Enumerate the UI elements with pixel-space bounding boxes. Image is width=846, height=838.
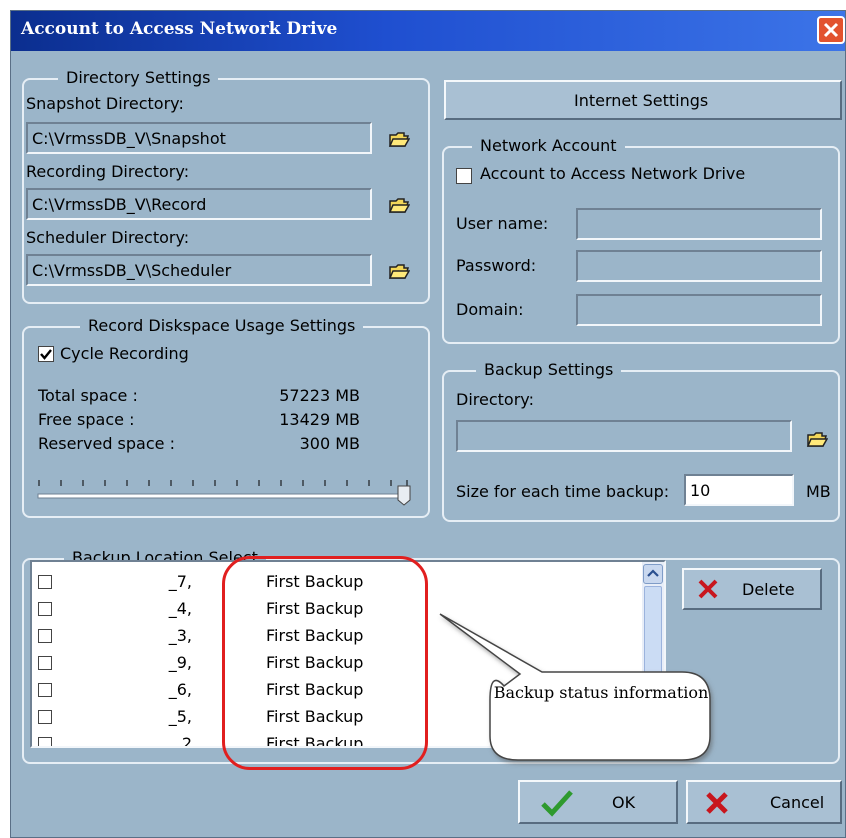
row-number: _4,: [168, 599, 192, 618]
domain-field[interactable]: [576, 294, 822, 326]
row-checkbox[interactable]: [38, 602, 52, 616]
backup-directory-field[interactable]: [456, 420, 792, 452]
reserved-space-value: 300 MB: [299, 434, 360, 453]
domain-label: Domain:: [456, 300, 524, 319]
row-number: _5,: [168, 707, 192, 726]
scroll-up-icon: [647, 569, 659, 577]
close-icon: [823, 22, 839, 38]
title-bar[interactable]: Account to Access Network Drive: [11, 11, 845, 51]
row-checkbox[interactable]: [38, 629, 52, 643]
folder-icon[interactable]: [388, 130, 410, 148]
network-account-legend: Network Account: [472, 136, 625, 155]
row-number: _7,: [168, 572, 192, 591]
backup-settings-legend: Backup Settings: [476, 360, 622, 379]
network-account-checkbox[interactable]: [456, 168, 472, 184]
username-label: User name:: [456, 214, 549, 233]
total-space-value: 57223 MB: [279, 386, 360, 405]
snapshot-directory-field[interactable]: C:\VrmssDB_V\Snapshot: [26, 122, 372, 154]
cycle-recording-label: Cycle Recording: [60, 344, 189, 363]
delete-label: Delete: [742, 580, 795, 599]
internet-settings-label: Internet Settings: [574, 91, 709, 110]
snapshot-directory-label: Snapshot Directory:: [26, 94, 184, 113]
diskspace-legend: Record Diskspace Usage Settings: [80, 316, 364, 335]
folder-icon[interactable]: [806, 430, 828, 448]
row-number: _9,: [168, 653, 192, 672]
row-number: _6,: [168, 680, 192, 699]
free-space-label: Free space :: [38, 410, 135, 429]
reserved-space-slider[interactable]: [36, 480, 416, 506]
row-checkbox[interactable]: [38, 683, 52, 697]
cycle-recording-checkbox[interactable]: [38, 346, 54, 362]
slider-thumb: [397, 485, 411, 506]
backup-directory-label: Directory:: [456, 390, 534, 409]
username-field[interactable]: [576, 208, 822, 240]
cancel-button[interactable]: Cancel: [686, 780, 842, 824]
backup-size-field[interactable]: 10: [684, 474, 794, 506]
ok-label: OK: [612, 793, 636, 812]
row-number: _3,: [168, 626, 192, 645]
password-field[interactable]: [576, 250, 822, 282]
folder-icon[interactable]: [388, 196, 410, 214]
row-checkbox[interactable]: [38, 575, 52, 589]
scheduler-directory-label: Scheduler Directory:: [26, 228, 190, 247]
scroll-up-button[interactable]: [643, 564, 663, 584]
x-icon: [706, 792, 728, 814]
recording-directory-field[interactable]: C:\VrmssDB_V\Record: [26, 188, 372, 220]
internet-settings-button[interactable]: Internet Settings: [444, 80, 842, 120]
row-checkbox[interactable]: [38, 710, 52, 724]
password-label: Password:: [456, 256, 537, 275]
row-number: _2: [173, 734, 192, 748]
directory-settings-legend: Directory Settings: [58, 68, 219, 87]
free-space-value: 13429 MB: [279, 410, 360, 429]
cancel-label: Cancel: [770, 793, 825, 812]
folder-icon[interactable]: [388, 262, 410, 280]
close-button[interactable]: [817, 16, 845, 44]
backup-size-label: Size for each time backup:: [456, 482, 670, 501]
check-icon: [541, 790, 573, 817]
reserved-space-label: Reserved space :: [38, 434, 175, 453]
scheduler-directory-field[interactable]: C:\VrmssDB_V\Scheduler: [26, 254, 372, 286]
backup-size-unit: MB: [806, 482, 831, 501]
recording-directory-label: Recording Directory:: [26, 162, 190, 181]
highlight-oval: [222, 556, 428, 770]
total-space-label: Total space :: [38, 386, 138, 405]
check-icon: [40, 349, 52, 360]
x-icon: [698, 579, 718, 599]
row-checkbox[interactable]: [38, 737, 52, 746]
window-title: Account to Access Network Drive: [21, 19, 338, 39]
network-account-checkbox-label: Account to Access Network Drive: [480, 164, 746, 183]
ok-button[interactable]: OK: [518, 780, 678, 824]
callout-text: Backup status information: [493, 683, 709, 702]
row-checkbox[interactable]: [38, 656, 52, 670]
